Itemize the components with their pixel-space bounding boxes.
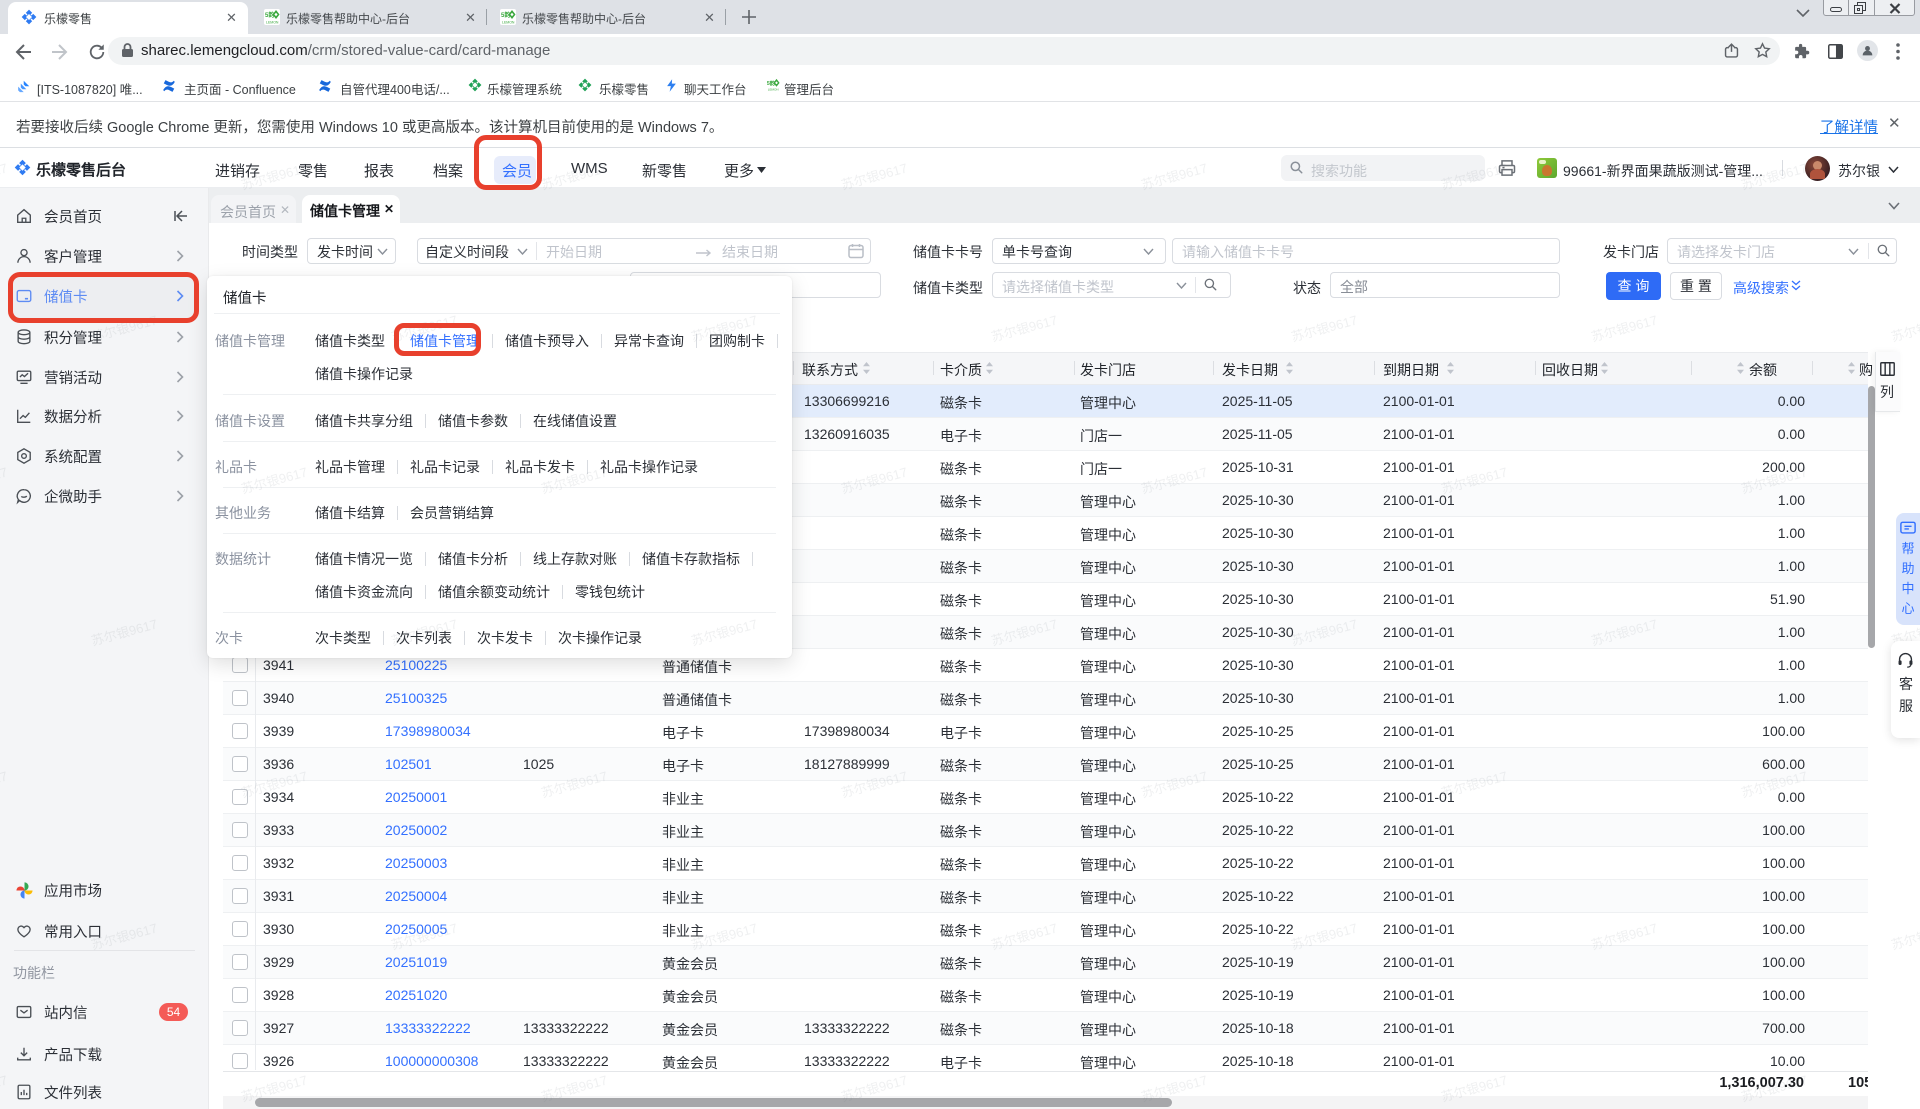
svg-text:LEMON: LEMON (502, 21, 515, 25)
svg-text:LEMON: LEMON (768, 88, 779, 92)
svg-text:LEMON: LEMON (266, 21, 279, 25)
